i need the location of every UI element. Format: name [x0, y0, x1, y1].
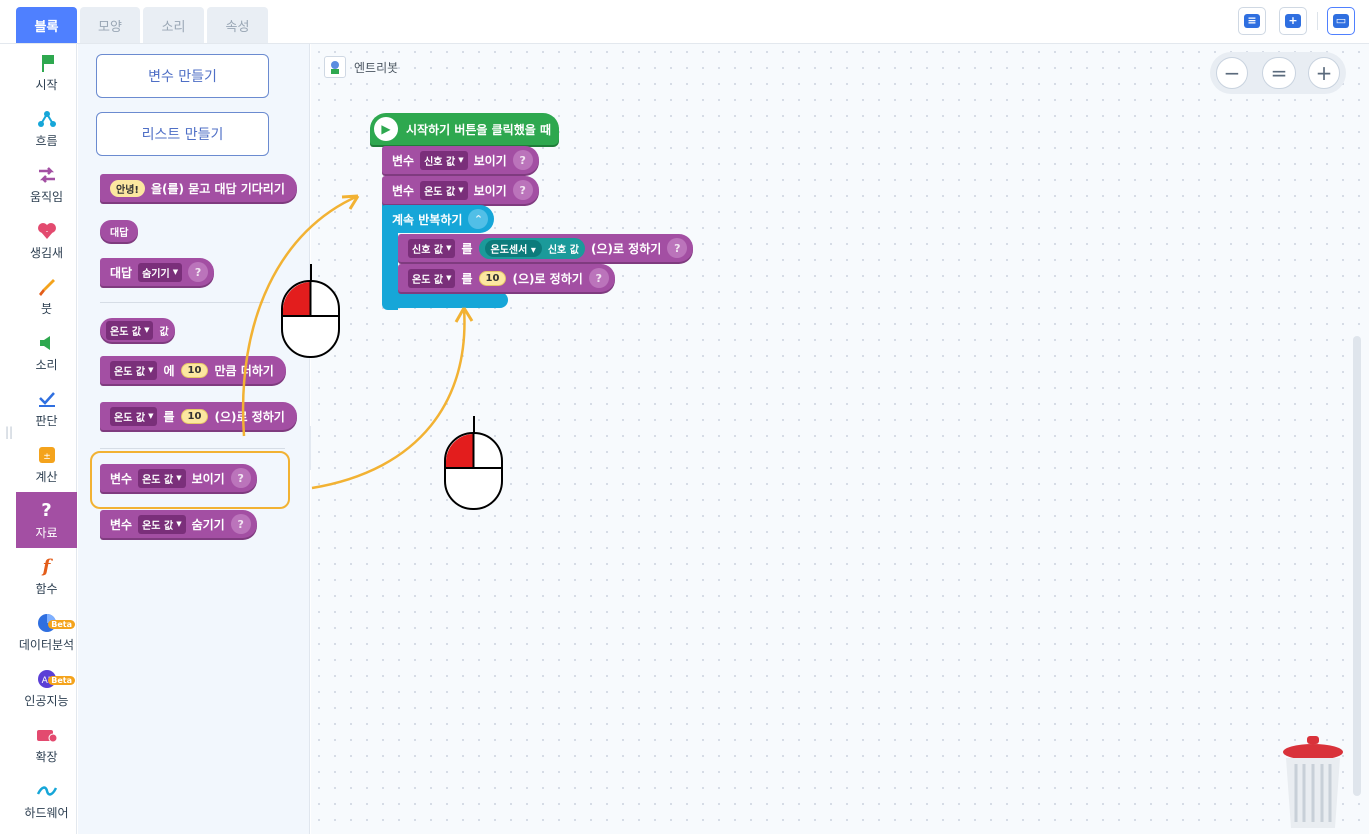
mouse-left-click-icon-2 — [444, 416, 503, 510]
annotation-overlay — [241, 194, 503, 510]
trash-can-icon[interactable] — [1278, 734, 1348, 834]
mouse-left-click-icon-1 — [281, 264, 340, 358]
